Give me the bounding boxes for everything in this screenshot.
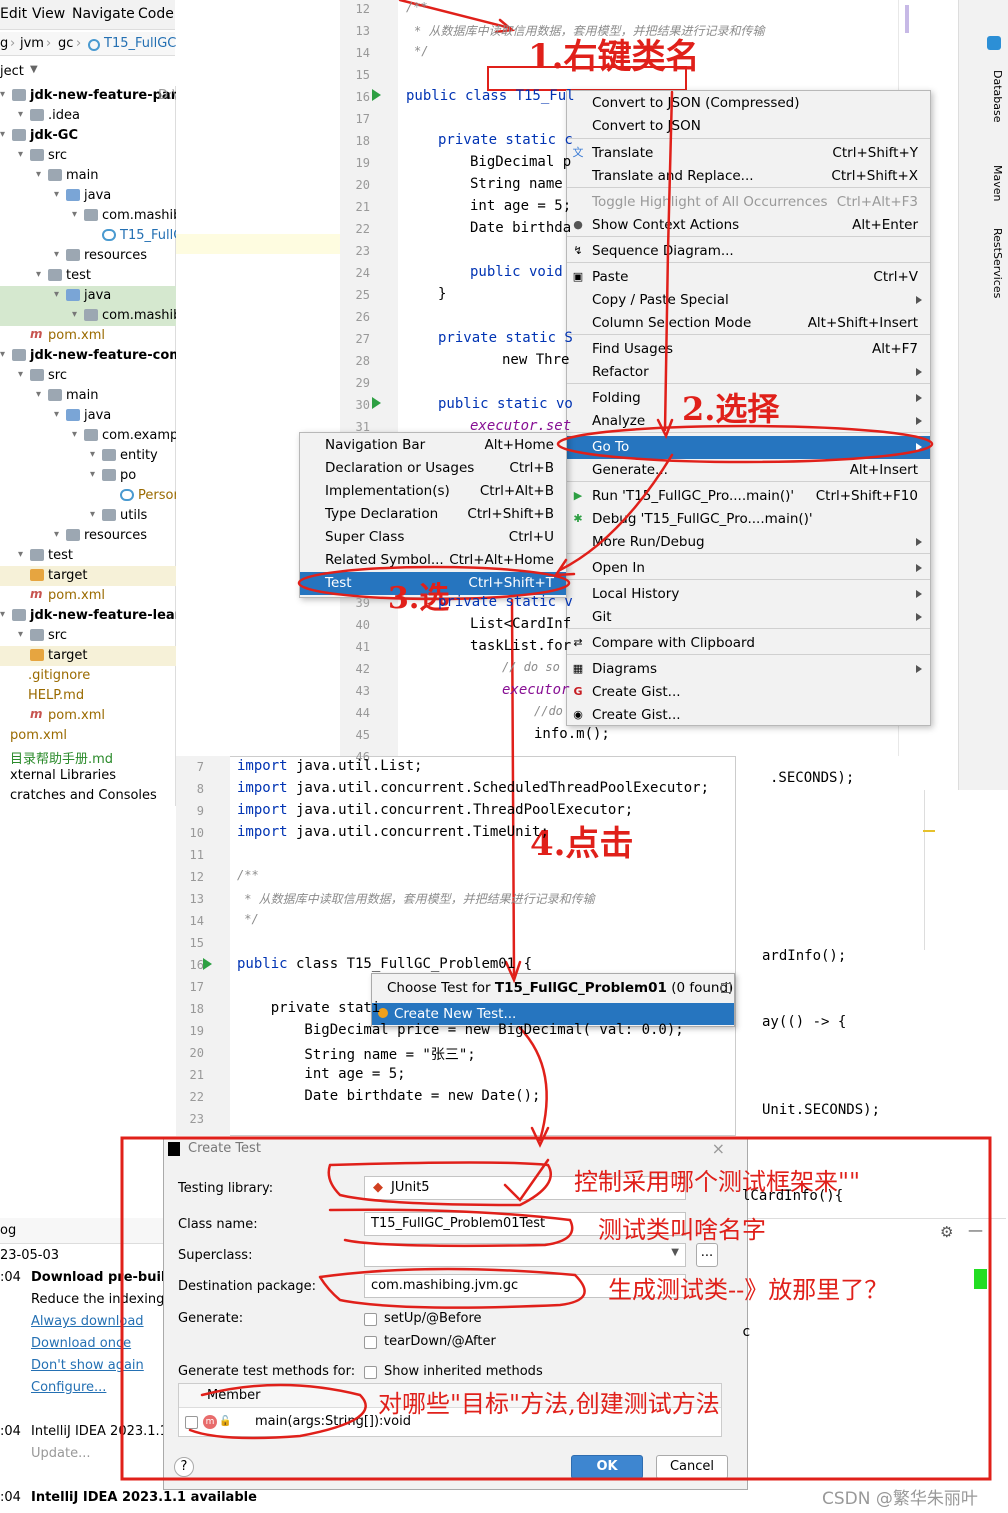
code-line[interactable]: new Thre [502, 352, 569, 368]
line-number: 22 [355, 222, 370, 236]
code-line[interactable]: private static v [438, 594, 573, 610]
line-number: 8 [196, 782, 204, 796]
line-number: 13 [355, 24, 370, 38]
line-number: 17 [355, 112, 370, 126]
code-line[interactable]: Date birthda [470, 220, 571, 236]
line-number: 15 [355, 68, 370, 82]
code-line[interactable]: private stati [237, 1000, 381, 1016]
line-number: 25 [355, 288, 370, 302]
line-number: 19 [355, 156, 370, 170]
line-number: 17 [189, 980, 204, 994]
line-number: 22 [189, 1090, 204, 1104]
line-number: 18 [189, 1002, 204, 1016]
line-number: 10 [189, 826, 204, 840]
code-line[interactable]: info.m(); [534, 726, 610, 742]
code-line[interactable]: BigDecimal p [470, 154, 571, 170]
line-number: 12 [189, 870, 204, 884]
line-number: 23 [189, 1112, 204, 1126]
code-line[interactable]: import java.util.concurrent.ThreadPoolEx… [237, 802, 633, 818]
code-line[interactable]: List<CardInf [470, 616, 571, 632]
line-number: 12 [355, 2, 370, 16]
step1-annotation: 1.右键类名 [528, 37, 700, 77]
code-snippet[interactable]: lCardInfo(){ [742, 1188, 843, 1204]
code-snippet[interactable]: ardInfo(); [762, 948, 846, 964]
code-line[interactable]: //do [534, 704, 563, 718]
code-snippet[interactable]: .SECONDS); [770, 770, 854, 786]
line-number: 7 [196, 760, 204, 774]
line-number: 42 [355, 662, 370, 676]
line-number: 11 [189, 848, 204, 862]
line-number: 28 [355, 354, 370, 368]
code-snippet[interactable]: ay(() -> { [762, 1014, 846, 1030]
code-line[interactable]: */ [237, 912, 258, 926]
code-line[interactable]: } [438, 286, 446, 302]
line-number: 21 [355, 200, 370, 214]
code-line[interactable]: public void [470, 264, 563, 280]
code-line[interactable]: public static vo [438, 396, 573, 412]
step2-annotation: 2.选择 [682, 390, 780, 428]
line-number: 26 [355, 310, 370, 324]
code-line[interactable]: public class T15_FullGC_Problem01 { [237, 956, 532, 972]
line-number: 13 [189, 892, 204, 906]
line-number: 19 [189, 1024, 204, 1038]
line-number: 27 [355, 332, 370, 346]
line-number: 15 [189, 936, 204, 950]
code-line[interactable]: import java.util.concurrent.ScheduledThr… [237, 780, 709, 796]
code-snippet[interactable]: c [742, 1324, 750, 1340]
note-destination: 生成测试类--》放那里了？ [608, 1276, 888, 1304]
code-line[interactable]: import java.util.concurrent.TimeUnit; [237, 824, 549, 840]
code-line[interactable]: // do so [502, 660, 560, 674]
code-snippet[interactable]: Unit.SECONDS); [762, 1102, 880, 1118]
line-number: 43 [355, 684, 370, 698]
line-number: 16 [355, 90, 370, 104]
line-number: 20 [189, 1046, 204, 1060]
code-line[interactable]: BigDecimal price = new BigDecimal( val: … [237, 1022, 683, 1038]
code-line[interactable]: import java.util.List; [237, 758, 422, 774]
line-number: 30 [355, 398, 370, 412]
code-line[interactable]: private static c [438, 132, 573, 148]
note-class-name: 测试类叫啥名字 [598, 1216, 766, 1244]
line-number: 16 [189, 958, 204, 972]
code-line[interactable]: public class T15_Ful [406, 88, 575, 104]
line-number: 39 [355, 596, 370, 610]
code-line[interactable]: String name [470, 176, 563, 192]
line-number: 14 [189, 914, 204, 928]
line-number: 40 [355, 618, 370, 632]
code-line[interactable]: taskList.for [470, 638, 571, 654]
line-number: 20 [355, 178, 370, 192]
line-number: 29 [355, 376, 370, 390]
line-number: 23 [355, 244, 370, 258]
code-line[interactable]: * 从数据库中读取信用数据，套用模型，并把结果进行记录和传输 [414, 22, 764, 39]
code-line[interactable]: /** [237, 868, 259, 882]
code-line[interactable]: String name = "张三"; [237, 1044, 475, 1064]
line-number: 41 [355, 640, 370, 654]
line-number: 18 [355, 134, 370, 148]
line-number: 31 [355, 420, 370, 434]
code-line[interactable]: int age = 5; [470, 198, 571, 214]
line-number: 9 [196, 804, 204, 818]
code-line[interactable]: private static S [438, 330, 573, 346]
code-line[interactable]: * 从数据库中读取信用数据，套用模型，并把结果进行记录和传输 [237, 890, 594, 907]
code-line[interactable]: */ [414, 44, 428, 58]
line-number: 24 [355, 266, 370, 280]
line-number: 14 [355, 46, 370, 60]
watermark: CSDN @繁华朱丽叶 [822, 1489, 978, 1509]
code-line[interactable]: executor.set [470, 418, 571, 434]
note-methods: 对哪些"目标"方法,创建测试方法 [378, 1390, 720, 1418]
code-line[interactable]: /** [406, 0, 428, 14]
code-line[interactable]: executor [502, 682, 569, 698]
code-line[interactable]: int age = 5; [237, 1066, 405, 1082]
code-line[interactable]: Date birthdate = new Date(); [237, 1088, 540, 1104]
line-number: 44 [355, 706, 370, 720]
line-number: 45 [355, 728, 370, 742]
line-number: 21 [189, 1068, 204, 1082]
